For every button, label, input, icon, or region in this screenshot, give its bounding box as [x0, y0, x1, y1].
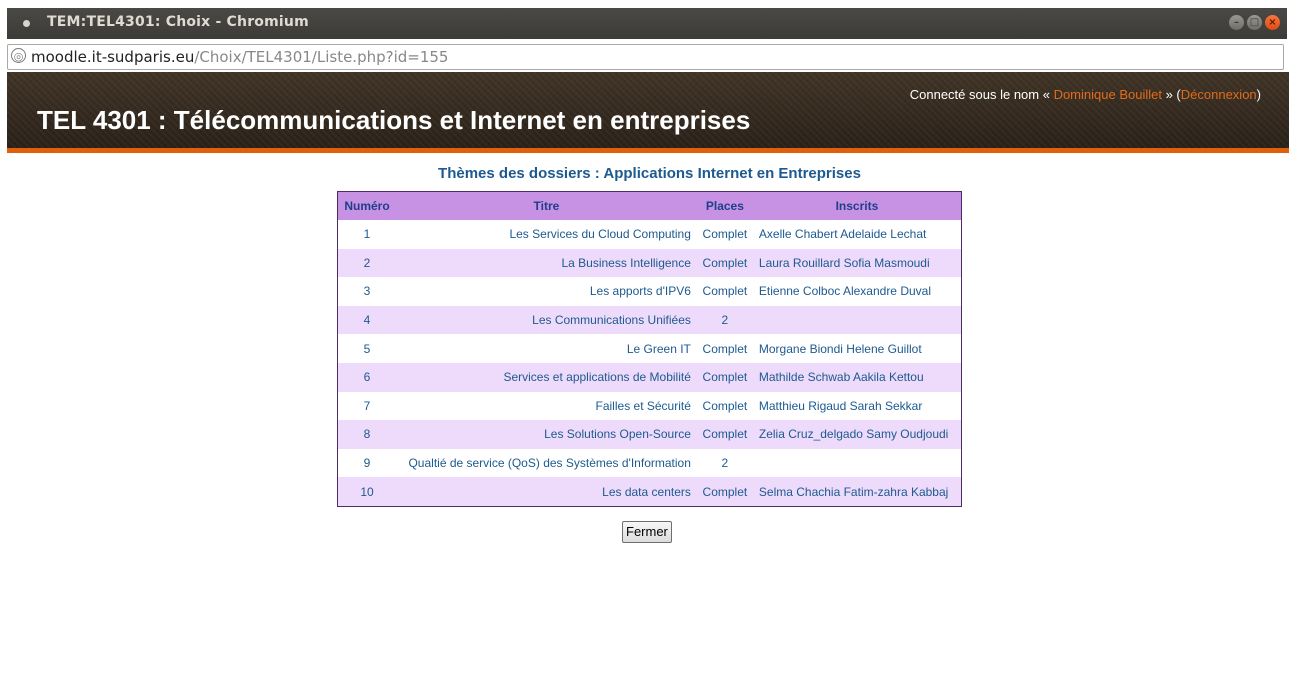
user-profile-link[interactable]: Dominique Bouillet: [1054, 87, 1162, 102]
window-menu-icon[interactable]: [23, 20, 30, 27]
row-title: Le Green IT: [626, 341, 691, 356]
row-places: Complet: [702, 398, 748, 413]
url-host: moodle.it-sudparis.eu: [31, 48, 195, 66]
row-number: 1: [363, 227, 371, 242]
url-text[interactable]: moodle.it-sudparis.eu/Choix/TEL4301/List…: [31, 48, 448, 66]
row-inscrits: Laura Rouillard Sofia Masmoudi: [752, 248, 962, 278]
row-places: Complet: [702, 284, 748, 299]
login-suffix: ): [1256, 87, 1261, 102]
row-places: Complet: [702, 341, 748, 356]
table-row: 9 Qualtié de service (QoS) des Systèmes …: [338, 449, 962, 478]
login-info: Connecté sous le nom « Dominique Bouille…: [910, 87, 1261, 102]
row-title: Les Solutions Open-Source: [396, 420, 697, 449]
close-button[interactable]: Fermer: [622, 521, 672, 543]
table-row: 4 Les Communications Unifiées 2: [337, 305, 962, 335]
row-number: 3: [363, 284, 371, 299]
login-prefix: Connecté sous le nom «: [909, 87, 1054, 102]
column-header-numero: Numéro: [337, 191, 396, 220]
row-number: 9: [363, 456, 371, 471]
window-controls: – □ ×: [1229, 15, 1280, 30]
row-title: Les apports d'IPV6: [589, 284, 691, 299]
row-title: Les Communications Unifiées: [396, 305, 697, 335]
column-header-inscrits: Inscrits: [752, 191, 962, 220]
row-number: 2: [337, 248, 396, 278]
row-title: La Business Intelligence: [396, 248, 697, 278]
page-title: Thèmes des dossiers : Applications Inter…: [438, 165, 861, 182]
table-row: 6 Services et applications de Mobilité C…: [337, 362, 962, 392]
table-row: 7 Failles et Sécurité Complet Matthieu R…: [338, 392, 962, 421]
course-title: TEL 4301 : Télécommunications et Interne…: [37, 105, 751, 135]
row-title: Qualtié de service (QoS) des Systèmes d'…: [408, 456, 691, 471]
row-places: Complet: [696, 477, 753, 507]
row-places: Complet: [702, 227, 748, 242]
close-window-button[interactable]: ×: [1265, 15, 1280, 30]
login-mid: » (: [1161, 87, 1181, 102]
row-inscrits: Morgane Biondi Helene Guillot: [758, 341, 922, 356]
row-places: Complet: [696, 362, 753, 392]
row-number: 10: [337, 477, 396, 507]
table-row: 8 Les Solutions Open-Source Complet Zeli…: [337, 420, 962, 449]
row-title: Services et applications de Mobilité: [396, 362, 697, 392]
table-row: 3 Les apports d'IPV6 Complet Etienne Col…: [338, 277, 962, 306]
row-places: 2: [721, 456, 729, 471]
url-path: /Choix/TEL4301/Liste.php?id=155: [194, 48, 449, 66]
row-inscrits: Selma Chachia Fatim-zahra Kabbaj: [752, 477, 962, 507]
row-places: 2: [696, 305, 753, 335]
row-inscrits: Matthieu Rigaud Sarah Sekkar: [758, 398, 923, 413]
table-row: 1 Les Services du Cloud Computing Comple…: [338, 220, 962, 249]
row-title: Failles et Sécurité: [595, 398, 691, 413]
row-number: 8: [337, 420, 396, 449]
table-row: 2 La Business Intelligence Complet Laura…: [337, 248, 962, 278]
row-title: Les Services du Cloud Computing: [509, 227, 691, 242]
table-header-row: Numéro Titre Places Inscrits: [337, 191, 962, 220]
row-title: Les data centers: [396, 477, 697, 507]
row-inscrits: [752, 305, 962, 335]
row-number: 5: [363, 341, 371, 356]
window-title: TEM:TEL4301: Choix - Chromium: [47, 14, 309, 30]
table-row: 5 Le Green IT Complet Morgane Biondi Hel…: [338, 334, 962, 363]
window-titlebar[interactable]: TEM:TEL4301: Choix - Chromium – □ ×: [7, 8, 1287, 39]
minimize-button[interactable]: –: [1229, 15, 1244, 30]
table-row: 10 Les data centers Complet Selma Chachi…: [337, 477, 962, 507]
row-inscrits: Zelia Cruz_delgado Samy Oudjoudi: [752, 420, 962, 449]
row-number: 7: [363, 398, 371, 413]
topics-table: Numéro Titre Places Inscrits 1 Les Servi…: [337, 191, 962, 507]
row-inscrits: Axelle Chabert Adelaide Lechat: [758, 227, 927, 242]
globe-icon: ◎: [11, 48, 26, 63]
row-places: Complet: [696, 248, 753, 278]
row-number: 6: [337, 362, 396, 392]
maximize-button[interactable]: □: [1247, 15, 1262, 30]
row-inscrits: [753, 449, 962, 478]
row-inscrits: Etienne Colboc Alexandre Duval: [758, 284, 931, 299]
column-header-places: Places: [696, 191, 753, 220]
page-header: Connecté sous le nom « Dominique Bouille…: [7, 72, 1289, 153]
row-places: Complet: [696, 420, 753, 449]
column-header-titre: Titre: [396, 191, 697, 220]
row-inscrits: Mathilde Schwab Aakila Kettou: [752, 362, 962, 392]
row-number: 4: [337, 305, 396, 335]
logout-link[interactable]: Déconnexion: [1181, 87, 1257, 102]
address-bar[interactable]: ◎ moodle.it-sudparis.eu/Choix/TEL4301/Li…: [7, 44, 1284, 70]
